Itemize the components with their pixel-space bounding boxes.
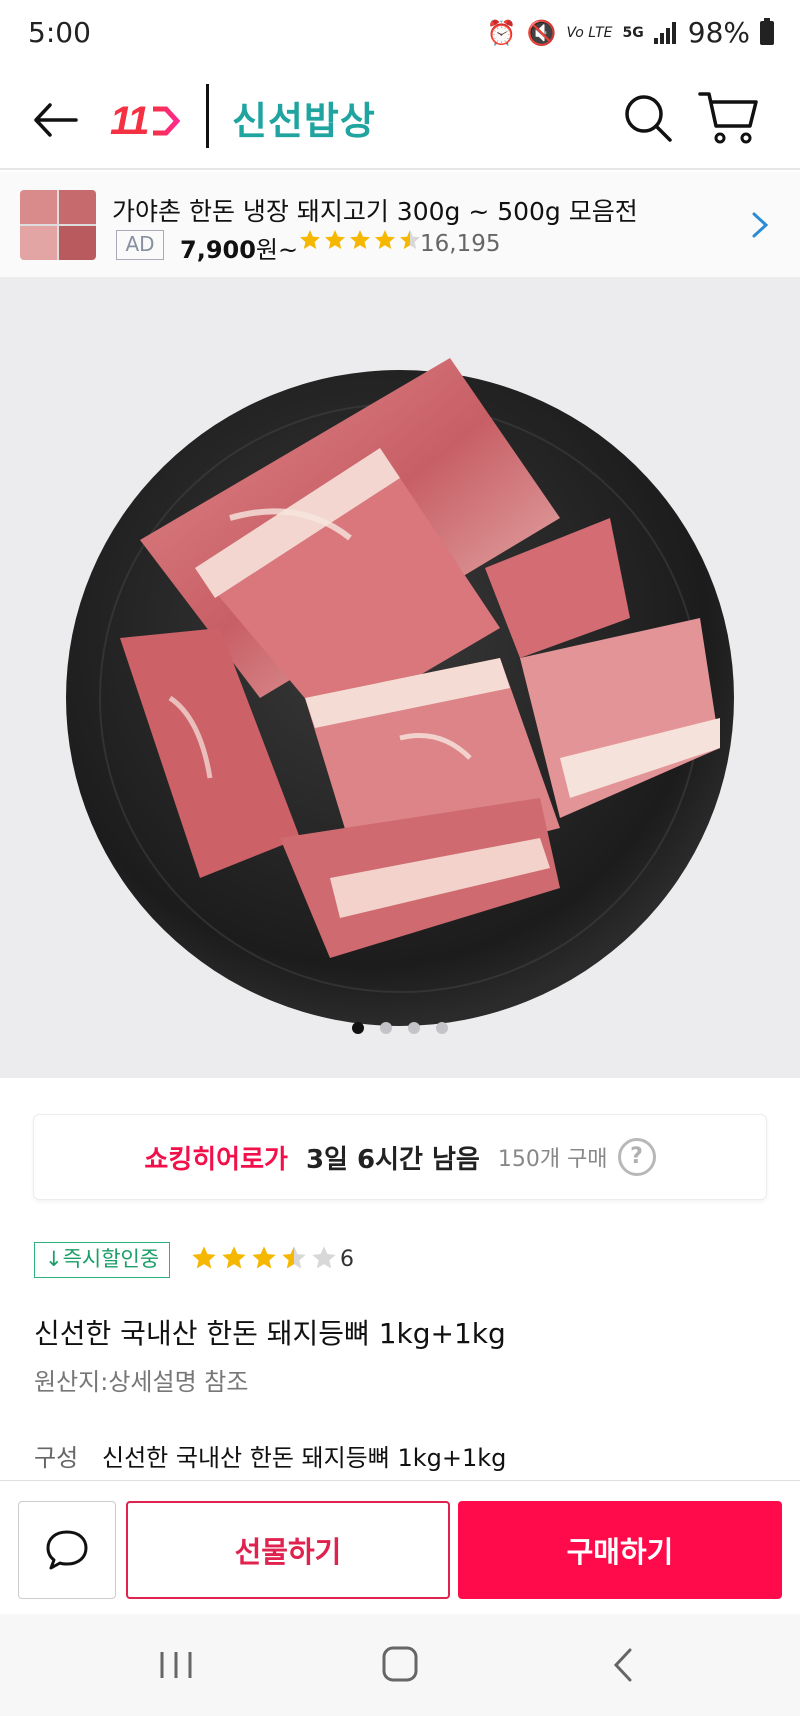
chat-button[interactable] — [18, 1501, 116, 1599]
star-icon — [312, 1246, 336, 1269]
carousel-dot[interactable] — [380, 1022, 392, 1034]
chat-bubble-icon — [46, 1530, 88, 1570]
status-icons: ⏰ 🔇 Vo LTE 5G 98% — [487, 16, 774, 49]
chevron-right-icon[interactable] — [750, 210, 770, 240]
logo-text: 11 — [110, 98, 150, 143]
status-time: 5:00 — [28, 16, 91, 49]
shocking-hero-box: 쇼킹히어로가 3일 6시간 남음 150개 구매 ? — [33, 1114, 767, 1200]
star-icon — [252, 1246, 276, 1269]
composition-label: 구성 — [34, 1444, 79, 1472]
star-icon — [192, 1246, 216, 1269]
ad-review-count: 16,195 — [420, 231, 501, 257]
carousel-dot[interactable] — [436, 1022, 448, 1034]
volte-label: Vo LTE — [566, 24, 613, 41]
header: 11 신선밥상 — [0, 70, 800, 170]
mute-icon: 🔇 — [526, 18, 557, 47]
signal-icon — [653, 21, 676, 44]
ad-banner[interactable]: 가야촌 한돈 냉장 돼지고기 300g ~ 500g 모음전 AD 7,900원… — [0, 172, 800, 278]
network-label: 5G — [622, 24, 644, 41]
composition-value: 신선한 국내산 한돈 돼지등뼈 1kg+1kg — [102, 1444, 507, 1472]
help-icon[interactable]: ? — [617, 1138, 656, 1176]
star-icon — [222, 1246, 246, 1269]
ad-title: 가야촌 한돈 냉장 돼지고기 300g ~ 500g 모음전 — [112, 197, 638, 226]
hero-label: 쇼킹히어로가 — [144, 1144, 288, 1175]
arrow-left-icon[interactable] — [28, 92, 84, 148]
ad-rating-stars — [298, 228, 422, 252]
buy-button[interactable]: 구매하기 — [458, 1501, 782, 1599]
logo-arrow-icon — [152, 106, 180, 136]
star-icon — [350, 230, 370, 249]
home-icon[interactable] — [370, 1642, 430, 1688]
carousel-dot[interactable] — [352, 1022, 364, 1034]
product-rating-stars[interactable] — [190, 1244, 338, 1272]
ad-price: 7,900원~ — [180, 236, 299, 264]
system-nav-bar — [0, 1614, 800, 1716]
recent-apps-icon[interactable] — [146, 1642, 206, 1688]
alarm-icon: ⏰ — [486, 18, 517, 47]
status-bar: 5:00 ⏰ 🔇 Vo LTE 5G 98% — [0, 0, 800, 70]
back-nav-icon[interactable] — [596, 1642, 656, 1688]
search-icon[interactable] — [620, 90, 676, 146]
product-title: 신선한 국내산 한돈 돼지등뼈 1kg+1kg — [34, 1317, 506, 1350]
logo-divider — [206, 84, 209, 148]
instant-discount-badge: ↓즉시할인중 — [34, 1242, 171, 1278]
star-icon — [400, 230, 420, 249]
bottom-action-bar: 선물하기 구매하기 — [0, 1480, 800, 1614]
ad-badge: AD — [116, 230, 164, 260]
star-icon — [282, 1246, 306, 1269]
cart-icon[interactable] — [696, 88, 760, 148]
pork-ribs-photo — [66, 358, 734, 1026]
carousel-dots — [0, 1022, 800, 1034]
carousel-dot[interactable] — [408, 1022, 420, 1034]
11st-logo[interactable]: 11 — [110, 94, 180, 148]
battery-icon — [760, 17, 774, 45]
product-image[interactable] — [0, 278, 800, 1078]
product-origin: 원산지:상세설명 참조 — [34, 1368, 249, 1396]
battery-percent: 98% — [687, 16, 750, 49]
gift-button[interactable]: 선물하기 — [126, 1501, 450, 1599]
star-icon — [300, 230, 320, 249]
hero-purchase-count: 150개 구매 — [497, 1147, 608, 1172]
brand-name[interactable]: 신선밥상 — [232, 90, 376, 145]
star-icon — [325, 230, 345, 249]
hero-remaining-time: 3일 6시간 남음 — [305, 1144, 480, 1175]
ad-thumbnail — [20, 190, 96, 260]
star-icon — [375, 230, 395, 249]
review-count[interactable]: 6 — [340, 1247, 354, 1272]
